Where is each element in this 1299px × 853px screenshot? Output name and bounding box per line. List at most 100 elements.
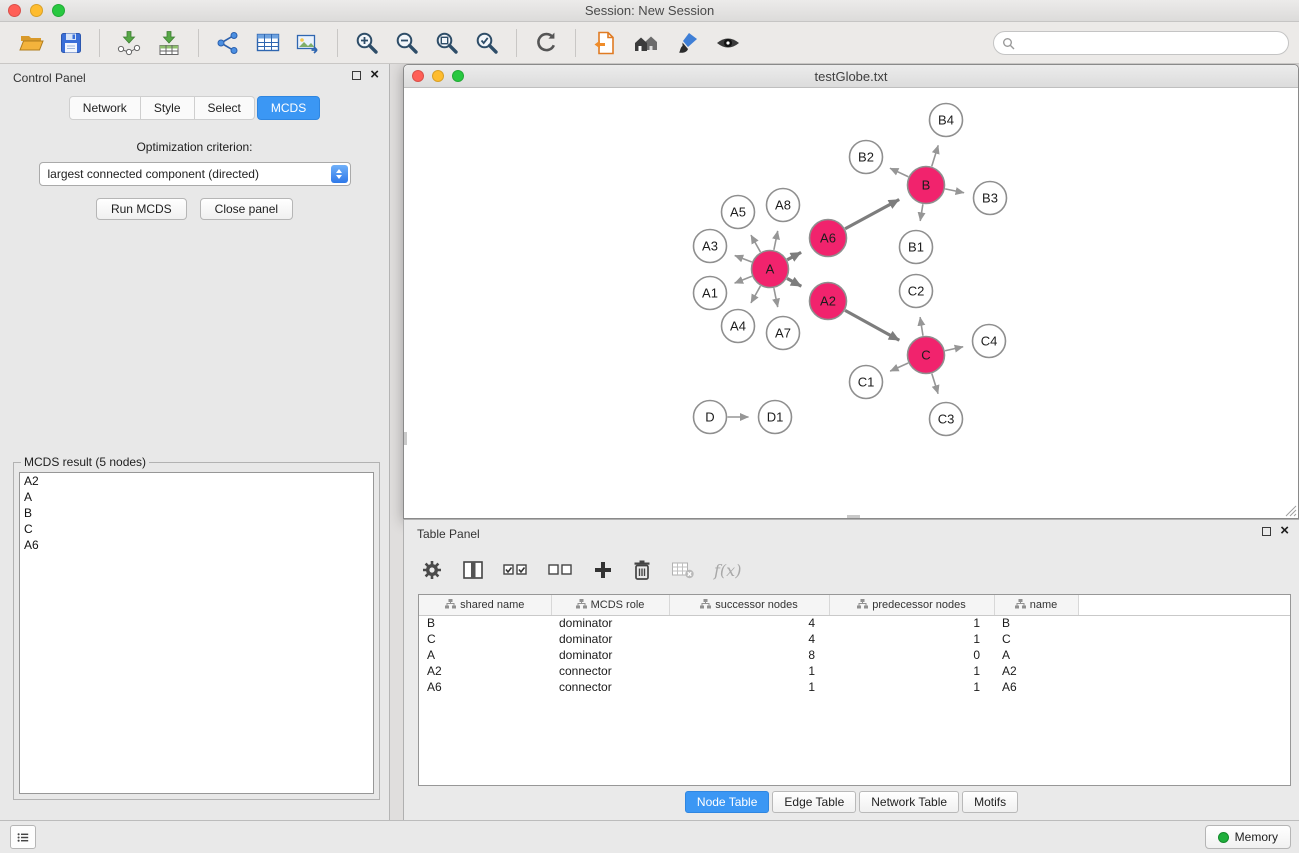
table-cell[interactable]: 8 bbox=[669, 647, 829, 663]
tab-select[interactable]: Select bbox=[195, 96, 255, 120]
tab-style[interactable]: Style bbox=[141, 96, 195, 120]
window-minimize-button[interactable] bbox=[30, 4, 43, 17]
edge-A2-C[interactable] bbox=[845, 310, 899, 340]
function-builder-button[interactable]: f(x) bbox=[713, 560, 742, 581]
node-C2[interactable]: C2 bbox=[900, 275, 933, 308]
table-cell[interactable]: 1 bbox=[829, 631, 994, 647]
show-columns-button[interactable] bbox=[461, 558, 485, 582]
edge-A-A3[interactable] bbox=[735, 255, 752, 262]
node-B[interactable]: B bbox=[908, 167, 945, 204]
table-row[interactable]: Bdominator41B bbox=[419, 615, 1290, 631]
node-B2[interactable]: B2 bbox=[850, 141, 883, 174]
tab-network[interactable]: Network bbox=[69, 96, 141, 120]
zoom-selected-button[interactable] bbox=[472, 28, 502, 58]
open-session-button[interactable] bbox=[17, 28, 47, 58]
table-cell[interactable]: dominator bbox=[551, 631, 669, 647]
node-A2[interactable]: A2 bbox=[810, 283, 847, 320]
table-cell[interactable]: C bbox=[419, 631, 551, 647]
export-table-button[interactable] bbox=[253, 28, 283, 58]
import-file-button[interactable] bbox=[590, 28, 620, 58]
column-header-successor-nodes[interactable]: successor nodes bbox=[669, 595, 829, 615]
tab-edge-table[interactable]: Edge Table bbox=[772, 791, 856, 813]
import-network-button[interactable] bbox=[114, 28, 144, 58]
table-cell[interactable]: 1 bbox=[829, 679, 994, 695]
table-cell[interactable]: dominator bbox=[551, 615, 669, 631]
table-cell[interactable]: 1 bbox=[829, 663, 994, 679]
table-cell[interactable]: C bbox=[994, 631, 1078, 647]
vertical-scroll-hint[interactable] bbox=[404, 432, 407, 445]
edge-A-A1[interactable] bbox=[735, 276, 752, 283]
node-C4[interactable]: C4 bbox=[973, 325, 1006, 358]
node-A8[interactable]: A8 bbox=[767, 189, 800, 222]
edge-B-B2[interactable] bbox=[890, 168, 908, 177]
table-cell[interactable]: 1 bbox=[829, 615, 994, 631]
edge-B-B4[interactable] bbox=[932, 145, 938, 166]
float-panel-icon[interactable] bbox=[352, 71, 361, 80]
node-A4[interactable]: A4 bbox=[722, 310, 755, 343]
edge-B-B1[interactable] bbox=[920, 204, 923, 221]
table-cell[interactable]: 1 bbox=[669, 663, 829, 679]
table-cell[interactable]: A bbox=[419, 647, 551, 663]
mcds-result-item[interactable]: B bbox=[20, 505, 373, 521]
new-network-button[interactable] bbox=[213, 28, 243, 58]
table-cell[interactable]: 4 bbox=[669, 615, 829, 631]
edge-C-C2[interactable] bbox=[920, 317, 923, 336]
table-cell[interactable]: B bbox=[419, 615, 551, 631]
table-cell[interactable]: dominator bbox=[551, 647, 669, 663]
window-close-button[interactable] bbox=[8, 4, 21, 17]
node-A3[interactable]: A3 bbox=[694, 230, 727, 263]
edge-C-C4[interactable] bbox=[945, 347, 963, 351]
network-canvas[interactable]: AA1A2A3A4A5A6A7A8BB1B2B3B4CC1C2C3C4DD1 bbox=[404, 88, 1298, 518]
mcds-result-item[interactable]: A bbox=[20, 489, 373, 505]
zoom-in-button[interactable] bbox=[352, 28, 382, 58]
select-all-button[interactable] bbox=[502, 559, 530, 581]
export-image-button[interactable] bbox=[293, 28, 323, 58]
table-cell[interactable]: connector bbox=[551, 679, 669, 695]
column-header-predecessor-nodes[interactable]: predecessor nodes bbox=[829, 595, 994, 615]
run-mcds-button[interactable]: Run MCDS bbox=[96, 198, 187, 220]
table-row[interactable]: Cdominator41C bbox=[419, 631, 1290, 647]
resize-grip-icon[interactable] bbox=[1284, 504, 1297, 517]
table-row[interactable]: Adominator80A bbox=[419, 647, 1290, 663]
node-C[interactable]: C bbox=[908, 337, 945, 374]
edge-A-A4[interactable] bbox=[751, 286, 760, 303]
node-A7[interactable]: A7 bbox=[767, 317, 800, 350]
edge-A-A5[interactable] bbox=[751, 235, 760, 252]
table-options-button[interactable] bbox=[420, 558, 444, 582]
network-window-close-button[interactable] bbox=[412, 70, 424, 82]
edge-A-A2[interactable] bbox=[787, 278, 801, 286]
zoom-fit-button[interactable] bbox=[432, 28, 462, 58]
home-button[interactable] bbox=[630, 28, 662, 58]
table-cell[interactable]: A2 bbox=[994, 663, 1078, 679]
table-cell[interactable]: A6 bbox=[419, 679, 551, 695]
mcds-result-item[interactable]: C bbox=[20, 521, 373, 537]
tab-network-table[interactable]: Network Table bbox=[859, 791, 959, 813]
float-panel-icon[interactable] bbox=[1262, 527, 1271, 536]
node-B4[interactable]: B4 bbox=[930, 104, 963, 137]
mcds-result-item[interactable]: A2 bbox=[20, 473, 373, 489]
table-cell[interactable]: 4 bbox=[669, 631, 829, 647]
table-row[interactable]: A6connector11A6 bbox=[419, 679, 1290, 695]
window-zoom-button[interactable] bbox=[52, 4, 65, 17]
zoom-out-button[interactable] bbox=[392, 28, 422, 58]
add-column-button[interactable] bbox=[592, 559, 614, 581]
tab-mcds[interactable]: MCDS bbox=[257, 96, 320, 120]
node-A6[interactable]: A6 bbox=[810, 220, 847, 257]
node-A1[interactable]: A1 bbox=[694, 277, 727, 310]
delete-column-button[interactable] bbox=[631, 558, 653, 582]
column-header-name[interactable]: name bbox=[994, 595, 1078, 615]
node-D[interactable]: D bbox=[694, 401, 727, 434]
node-D1[interactable]: D1 bbox=[759, 401, 792, 434]
edge-A-A6[interactable] bbox=[787, 252, 801, 259]
edge-A-A7[interactable] bbox=[774, 288, 778, 307]
node-B3[interactable]: B3 bbox=[974, 182, 1007, 215]
delete-table-button[interactable] bbox=[670, 559, 696, 581]
table-cell[interactable]: A bbox=[994, 647, 1078, 663]
tab-motifs[interactable]: Motifs bbox=[962, 791, 1018, 813]
import-table-button[interactable] bbox=[154, 28, 184, 58]
close-panel-icon[interactable]: × bbox=[1280, 525, 1289, 537]
edge-A-A8[interactable] bbox=[774, 231, 778, 250]
node-C1[interactable]: C1 bbox=[850, 366, 883, 399]
network-graph[interactable]: AA1A2A3A4A5A6A7A8BB1B2B3B4CC1C2C3C4DD1 bbox=[404, 88, 1298, 518]
tab-node-table[interactable]: Node Table bbox=[685, 791, 770, 813]
